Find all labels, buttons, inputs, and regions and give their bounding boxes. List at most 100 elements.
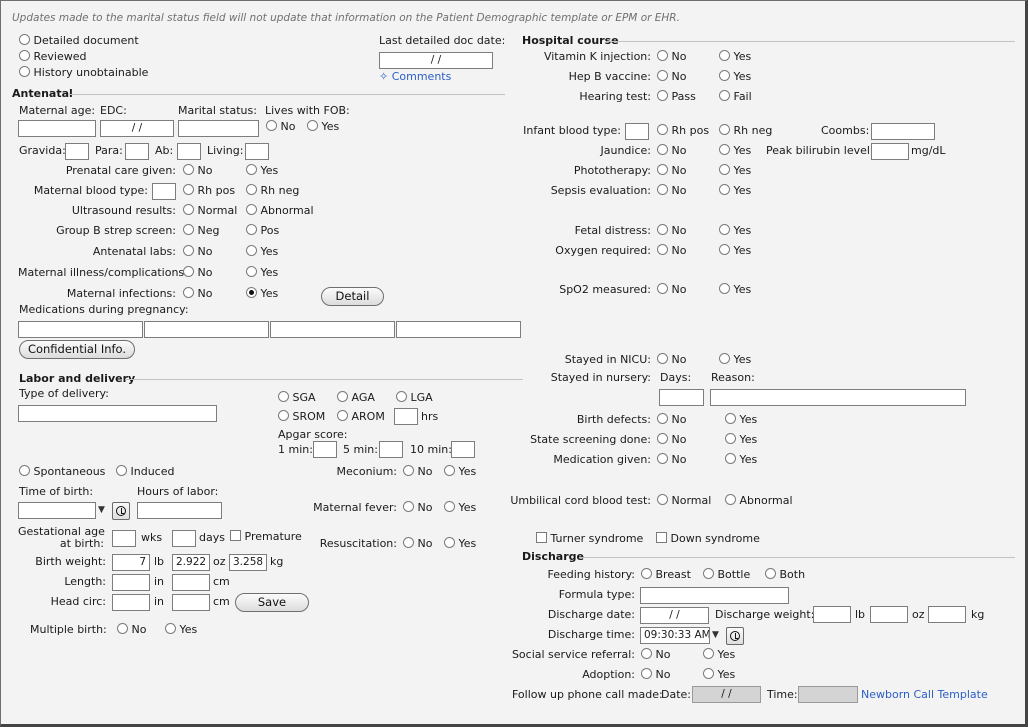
radio-icon[interactable]: [719, 244, 730, 255]
birth-weight-oz-input[interactable]: 2.922: [172, 554, 210, 571]
radio-icon[interactable]: [657, 224, 668, 235]
spo2-yes[interactable]: Yes: [719, 283, 751, 297]
nursery-reason-input[interactable]: [710, 389, 966, 406]
medication-input-4[interactable]: [396, 321, 521, 338]
radio-icon[interactable]: [183, 266, 194, 277]
feeding-bottle[interactable]: Bottle: [703, 568, 750, 582]
radio-icon[interactable]: [246, 184, 257, 195]
lives-fob-yes[interactable]: Yes: [307, 120, 339, 134]
adoption-yes[interactable]: Yes: [703, 668, 735, 682]
medication-input-3[interactable]: [270, 321, 395, 338]
radio-icon[interactable]: [657, 164, 668, 175]
multiple-no[interactable]: No: [117, 623, 146, 637]
checkbox-icon[interactable]: [656, 532, 667, 543]
radio-icon[interactable]: [725, 453, 736, 464]
radio-icon[interactable]: [403, 465, 414, 476]
reviewed-radio[interactable]: [19, 50, 30, 61]
checkbox-icon[interactable]: [536, 532, 547, 543]
medication-input-1[interactable]: [18, 321, 143, 338]
radio-icon[interactable]: [657, 144, 668, 155]
maternal-blood-type-input[interactable]: [152, 183, 176, 200]
radio-icon[interactable]: [246, 266, 257, 277]
radio-icon[interactable]: [183, 164, 194, 175]
detailed-document-option[interactable]: Detailed document: [19, 34, 139, 48]
radio-icon[interactable]: [266, 120, 277, 131]
save-button[interactable]: Save: [235, 593, 309, 612]
radio-icon[interactable]: [246, 224, 257, 235]
cord-normal[interactable]: Normal: [657, 494, 711, 508]
radio-icon[interactable]: [725, 433, 736, 444]
hours-of-labor-input[interactable]: [137, 502, 222, 519]
infections-yes[interactable]: Yes: [246, 287, 278, 301]
prenatal-yes[interactable]: Yes: [246, 164, 278, 178]
nicu-yes[interactable]: Yes: [719, 353, 751, 367]
radio-icon[interactable]: [703, 668, 714, 679]
radio-icon[interactable]: [657, 453, 668, 464]
fetal-no[interactable]: No: [657, 224, 686, 238]
defects-yes[interactable]: Yes: [725, 413, 757, 427]
nicu-no[interactable]: No: [657, 353, 686, 367]
radio-icon[interactable]: [444, 501, 455, 512]
head-cm-input[interactable]: [172, 594, 210, 611]
radio-icon[interactable]: [657, 184, 668, 195]
radio-icon[interactable]: [657, 283, 668, 294]
infant-rh-pos[interactable]: Rh pos: [657, 124, 709, 138]
radio-icon[interactable]: [444, 537, 455, 548]
apgar-10min-input[interactable]: [451, 441, 475, 458]
radio-icon[interactable]: [657, 413, 668, 424]
discharge-date-input[interactable]: / /: [640, 607, 709, 624]
radio-icon[interactable]: [719, 144, 730, 155]
radio-icon[interactable]: [183, 245, 194, 256]
ultrasound-abnormal[interactable]: Abnormal: [246, 204, 314, 218]
dropdown-arrow-icon[interactable]: ▼: [98, 505, 105, 515]
adoption-no[interactable]: No: [641, 668, 670, 682]
premature-checkbox[interactable]: Premature: [230, 530, 302, 544]
hepb-yes[interactable]: Yes: [719, 70, 751, 84]
radio-icon[interactable]: [641, 568, 652, 579]
edc-date-input[interactable]: / /: [100, 120, 174, 137]
feeding-breast[interactable]: Breast: [641, 568, 691, 582]
formula-type-input[interactable]: [640, 587, 789, 604]
apgar-5min-input[interactable]: [379, 441, 403, 458]
radio-icon[interactable]: [19, 465, 30, 476]
follow-up-time-input[interactable]: [798, 686, 858, 703]
labs-yes[interactable]: Yes: [246, 245, 278, 259]
fever-yes[interactable]: Yes: [444, 501, 476, 515]
radio-icon[interactable]: [719, 124, 730, 135]
radio-icon[interactable]: [246, 245, 257, 256]
screening-no[interactable]: No: [657, 433, 686, 447]
gestational-days-input[interactable]: [172, 530, 196, 547]
radio-icon[interactable]: [641, 668, 652, 679]
infant-blood-type-input[interactable]: [625, 123, 649, 140]
radio-icon[interactable]: [657, 50, 668, 61]
radio-icon[interactable]: [719, 70, 730, 81]
resus-yes[interactable]: Yes: [444, 537, 476, 551]
vitk-yes[interactable]: Yes: [719, 50, 751, 64]
radio-icon[interactable]: [719, 353, 730, 364]
maternal-age-input[interactable]: [18, 120, 96, 137]
apgar-1min-input[interactable]: [313, 441, 337, 458]
living-input[interactable]: [245, 143, 269, 160]
spontaneous-option[interactable]: Spontaneous: [19, 465, 105, 479]
radio-icon[interactable]: [183, 224, 194, 235]
discharge-weight-lb-input[interactable]: [813, 606, 851, 623]
radio-icon[interactable]: [641, 648, 652, 659]
radio-icon[interactable]: [765, 568, 776, 579]
radio-icon[interactable]: [657, 433, 668, 444]
social-yes[interactable]: Yes: [703, 648, 735, 662]
radio-icon[interactable]: [403, 537, 414, 548]
labs-no[interactable]: No: [183, 245, 212, 259]
ultrasound-normal[interactable]: Normal: [183, 204, 237, 218]
vitk-no[interactable]: No: [657, 50, 686, 64]
feeding-both[interactable]: Both: [765, 568, 805, 582]
radio-selected-icon[interactable]: [246, 287, 257, 298]
sepsis-no[interactable]: No: [657, 184, 686, 198]
medication-input-2[interactable]: [144, 321, 269, 338]
length-cm-input[interactable]: [172, 574, 210, 591]
nursery-days-input[interactable]: [659, 389, 704, 406]
photo-no[interactable]: No: [657, 164, 686, 178]
fever-no[interactable]: No: [403, 501, 432, 515]
social-no[interactable]: No: [641, 648, 670, 662]
lga-option[interactable]: LGA: [396, 391, 433, 405]
medgiven-yes[interactable]: Yes: [725, 453, 757, 467]
